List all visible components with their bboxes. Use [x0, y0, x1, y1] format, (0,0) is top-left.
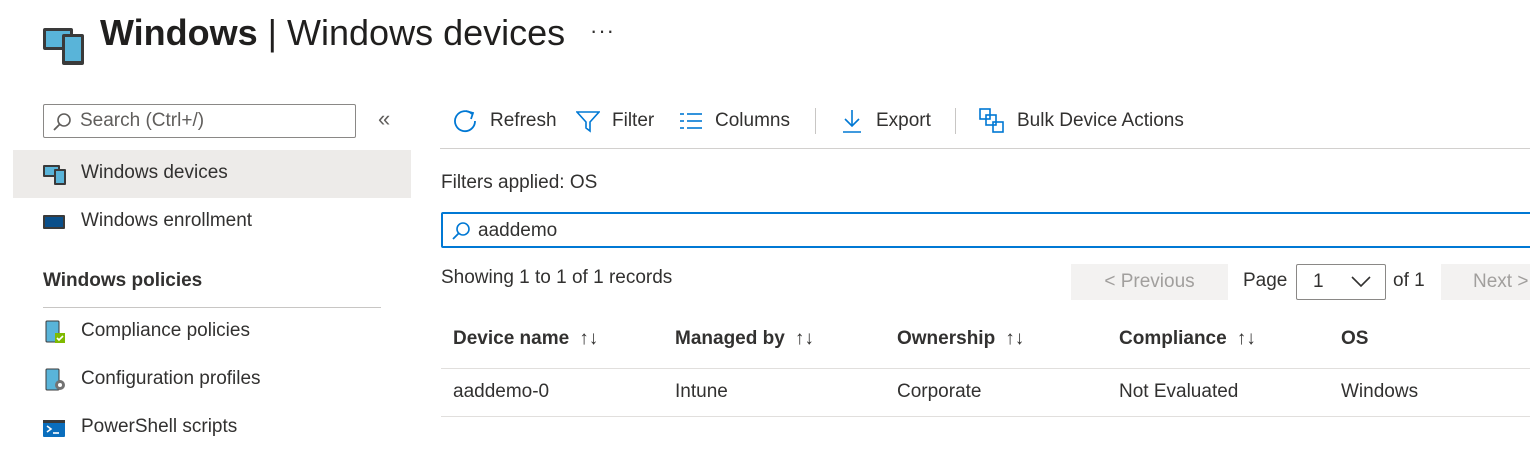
sidebar-item-windows-devices[interactable]: Windows devices	[13, 150, 411, 198]
records-count: Showing 1 to 1 of 1 records	[441, 267, 673, 288]
cell-os: Windows	[1341, 381, 1419, 402]
download-icon	[843, 110, 861, 133]
powershell-icon	[43, 420, 65, 437]
sort-icon: ↑↓	[794, 328, 814, 349]
sidebar-search[interactable]	[43, 104, 356, 138]
column-header-managed-by[interactable]: Managed by ↑↓	[675, 328, 814, 350]
page-label: Page	[1243, 270, 1288, 291]
page-select[interactable]: 1	[1296, 264, 1386, 300]
export-button[interactable]: Export	[840, 104, 931, 138]
column-header-os[interactable]: OS	[1341, 328, 1368, 350]
columns-button[interactable]: Columns	[679, 104, 790, 138]
configuration-icon	[45, 368, 65, 391]
sidebar-item-label: Windows enrollment	[81, 210, 253, 231]
chevron-down-icon	[1351, 276, 1371, 288]
toolbar-divider	[815, 108, 816, 134]
monitor-icon	[43, 215, 65, 229]
bulk-device-actions-button[interactable]: Bulk Device Actions	[979, 104, 1184, 138]
cell-compliance: Not Evaluated	[1119, 381, 1239, 402]
sidebar-item-compliance-policies[interactable]: Compliance policies	[13, 308, 411, 356]
toolbar-divider	[955, 108, 956, 134]
filters-applied-text: Filters applied: OS	[441, 172, 598, 193]
sidebar-item-label: Compliance policies	[81, 320, 250, 341]
page-total-label: of 1	[1393, 270, 1425, 291]
sidebar-item-label: Windows devices	[81, 162, 228, 183]
page-title: Windows | Windows devices	[100, 12, 566, 53]
table-row-divider	[441, 416, 1530, 417]
bulk-actions-icon	[979, 108, 1004, 133]
sort-icon: ↑↓	[1005, 328, 1025, 349]
device-search[interactable]	[441, 212, 1530, 248]
collapse-sidebar-button[interactable]: «	[378, 106, 390, 132]
page-select-value: 1	[1313, 271, 1324, 292]
sidebar-search-input[interactable]	[80, 108, 345, 134]
cell-managed-by: Intune	[675, 381, 728, 402]
sidebar-item-windows-enrollment[interactable]: Windows enrollment	[13, 198, 411, 246]
sidebar-item-powershell-scripts[interactable]: PowerShell scripts	[13, 404, 411, 452]
device-search-input[interactable]	[478, 218, 1078, 244]
sort-icon: ↑↓	[1236, 328, 1256, 349]
cell-ownership: Corporate	[897, 381, 982, 402]
toolbar-divider-line	[440, 148, 1530, 149]
column-header-device-name[interactable]: Device name ↑↓	[453, 328, 598, 350]
next-page-button[interactable]: Next >	[1441, 264, 1530, 300]
section-header-windows-policies: Windows policies	[43, 270, 203, 291]
sidebar-item-label: Configuration profiles	[81, 368, 261, 389]
filter-button[interactable]: Filter	[576, 104, 654, 138]
search-icon	[452, 222, 470, 240]
sidebar-item-label: PowerShell scripts	[81, 416, 238, 437]
search-icon	[53, 113, 71, 131]
windows-devices-icon	[43, 165, 66, 185]
column-header-ownership[interactable]: Ownership ↑↓	[897, 328, 1024, 350]
cell-device-name[interactable]: aaddemo-0	[453, 381, 549, 403]
compliance-icon	[45, 320, 65, 343]
sidebar-item-configuration-profiles[interactable]: Configuration profiles	[13, 356, 411, 404]
windows-devices-header-icon	[42, 22, 88, 66]
filter-icon	[576, 111, 600, 133]
table-header-divider	[441, 368, 1530, 369]
more-options-button[interactable]: ···	[590, 18, 615, 44]
refresh-icon	[454, 110, 476, 133]
column-header-compliance[interactable]: Compliance ↑↓	[1119, 328, 1256, 350]
previous-page-button[interactable]: < Previous	[1071, 264, 1228, 300]
columns-icon	[680, 113, 702, 129]
refresh-button[interactable]: Refresh	[452, 104, 557, 138]
sort-icon: ↑↓	[579, 328, 599, 349]
